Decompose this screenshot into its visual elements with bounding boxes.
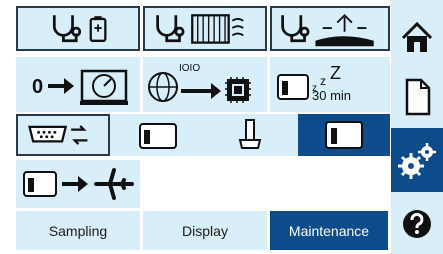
globe-chip-icon (148, 72, 251, 103)
sampler-device-selected-tile[interactable] (298, 114, 390, 156)
io-label: IOIO (179, 63, 201, 74)
sampler-device-selected-icon (325, 121, 363, 149)
sleep-duration-label: 30 min (312, 88, 352, 103)
tab-maintenance[interactable]: Maintenance (270, 211, 388, 250)
settings-gears-icon (398, 143, 436, 179)
sampler-device-tile[interactable] (110, 114, 204, 156)
device-sleep-tile[interactable]: z z Z (270, 57, 390, 112)
zero-gauge-icon: 0 (32, 69, 128, 105)
stethoscope-filter-icon (156, 14, 244, 44)
globe-chip-tile[interactable]: IOIO (143, 57, 267, 112)
serial-transfer-tile[interactable] (16, 114, 110, 156)
device-flight-icon (23, 168, 134, 200)
svg-text:Z: Z (330, 63, 341, 83)
document-button[interactable] (391, 66, 443, 126)
device-sleep-icon: z z Z (277, 63, 341, 100)
device-flight-tile[interactable] (16, 160, 140, 208)
instrument-screen: 0 IOIO z z Z 30 min Sampling Display Mai… (0, 0, 443, 254)
stethoscope-battery-icon (52, 15, 107, 43)
settings-button[interactable] (391, 128, 443, 192)
home-icon (401, 21, 433, 52)
svg-text:z: z (320, 74, 326, 88)
serial-transfer-icon (28, 125, 88, 145)
tab-display[interactable]: Display (143, 211, 267, 250)
zero-gauge-tile[interactable]: 0 (16, 57, 140, 112)
help-icon (403, 210, 431, 238)
stethoscope-surface-icon (281, 14, 374, 47)
probe-device-icon (238, 119, 262, 149)
stethoscope-surface-tile[interactable] (270, 6, 390, 51)
stethoscope-battery-tile[interactable] (16, 6, 140, 51)
sampler-device-icon (139, 123, 177, 149)
help-button[interactable] (391, 198, 443, 254)
probe-device-tile[interactable] (204, 114, 298, 156)
svg-text:0: 0 (32, 76, 43, 98)
home-button[interactable] (391, 8, 443, 68)
tab-sampling[interactable]: Sampling (16, 211, 140, 250)
stethoscope-filter-tile[interactable] (143, 6, 267, 51)
document-icon (405, 78, 431, 116)
